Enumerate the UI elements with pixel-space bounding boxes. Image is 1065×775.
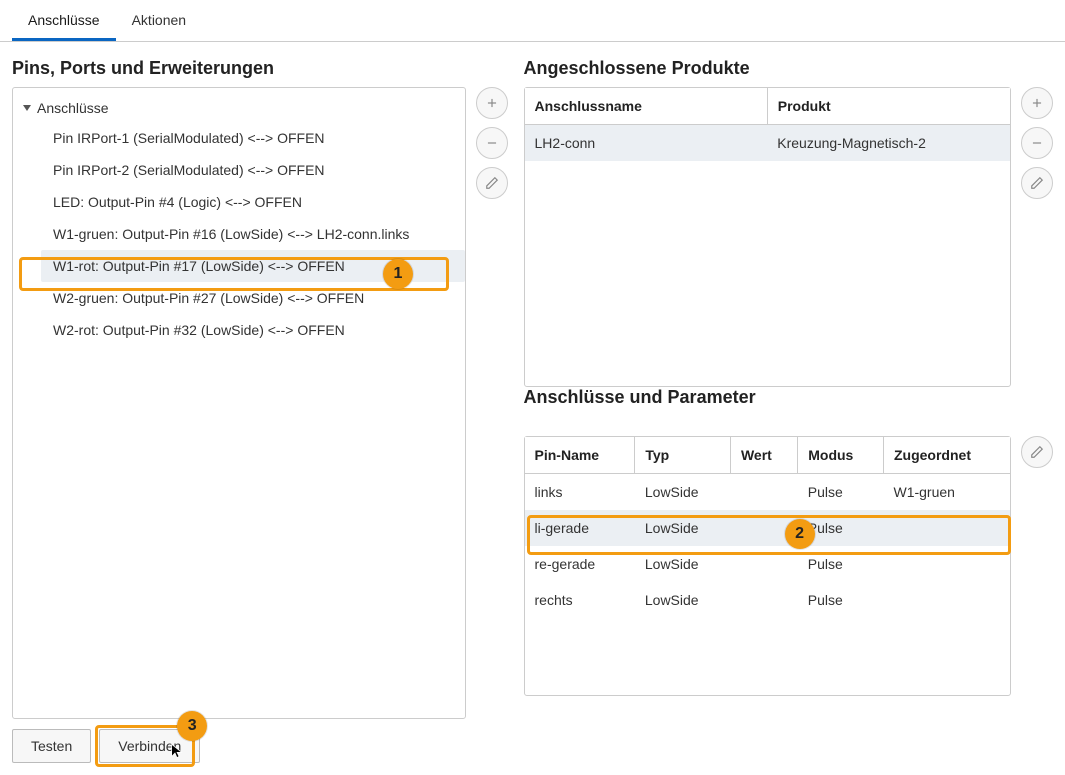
params-panel: Pin-Name Typ Wert Modus Zugeordnet links… [524,436,1011,696]
params-col-modus[interactable]: Modus [798,437,884,474]
plus-icon [1030,96,1044,110]
table-row[interactable]: links LowSide Pulse W1-gruen [525,474,1010,511]
remove-button[interactable] [1021,127,1053,159]
edit-button[interactable] [476,167,508,199]
add-button[interactable] [1021,87,1053,119]
params-table: Pin-Name Typ Wert Modus Zugeordnet links… [525,437,1010,618]
test-button[interactable]: Testen [12,729,91,763]
pins-panel: Anschlüsse Pin IRPort-1 (SerialModulated… [12,87,466,719]
params-section-title: Anschlüsse und Parameter [524,387,1053,408]
pencil-icon [1030,445,1044,459]
products-col-name[interactable]: Anschlussname [525,88,768,125]
tab-aktionen[interactable]: Aktionen [116,0,202,41]
tree-root-node[interactable]: Anschlüsse [13,94,465,122]
left-section-title: Pins, Ports und Erweiterungen [12,58,508,79]
products-panel: Anschlussname Produkt LH2-conn Kreuzung-… [524,87,1011,387]
params-col-typ[interactable]: Typ [635,437,731,474]
minus-icon [1030,136,1044,150]
tab-bar: Anschlüsse Aktionen [0,0,1065,42]
table-row[interactable]: rechts LowSide Pulse [525,582,1010,618]
table-row-selected[interactable]: li-gerade LowSide Pulse [525,510,1010,546]
tree-root-label: Anschlüsse [37,100,109,116]
tree-leaf[interactable]: LED: Output-Pin #4 (Logic) <--> OFFEN [41,186,465,218]
caret-down-icon [23,105,31,111]
connect-button[interactable]: Verbinden [99,729,200,763]
products-col-product[interactable]: Produkt [767,88,1010,125]
add-button[interactable] [476,87,508,119]
edit-button[interactable] [1021,167,1053,199]
tree-leaf[interactable]: W2-gruen: Output-Pin #27 (LowSide) <--> … [41,282,465,314]
products-table: Anschlussname Produkt LH2-conn Kreuzung-… [525,88,1010,161]
tree-leaf[interactable]: W1-gruen: Output-Pin #16 (LowSide) <--> … [41,218,465,250]
pencil-icon [1030,176,1044,190]
cell-conn-product: Kreuzung-Magnetisch-2 [767,125,1010,162]
pencil-icon [485,176,499,190]
table-row[interactable]: re-gerade LowSide Pulse [525,546,1010,582]
products-section-title: Angeschlossene Produkte [524,58,1053,79]
params-col-zug[interactable]: Zugeordnet [883,437,1010,474]
tree-leaf-selected[interactable]: W1-rot: Output-Pin #17 (LowSide) <--> OF… [41,250,465,282]
tree-leaf[interactable]: Pin IRPort-1 (SerialModulated) <--> OFFE… [41,122,465,154]
tree-leaf[interactable]: W2-rot: Output-Pin #32 (LowSide) <--> OF… [41,314,465,346]
plus-icon [485,96,499,110]
cell-conn-name: LH2-conn [525,125,768,162]
params-col-wert[interactable]: Wert [730,437,797,474]
tab-anschluesse[interactable]: Anschlüsse [12,0,116,41]
edit-button[interactable] [1021,436,1053,468]
table-row[interactable]: LH2-conn Kreuzung-Magnetisch-2 [525,125,1010,162]
minus-icon [485,136,499,150]
tree-leaf[interactable]: Pin IRPort-2 (SerialModulated) <--> OFFE… [41,154,465,186]
remove-button[interactable] [476,127,508,159]
params-col-pin[interactable]: Pin-Name [525,437,635,474]
